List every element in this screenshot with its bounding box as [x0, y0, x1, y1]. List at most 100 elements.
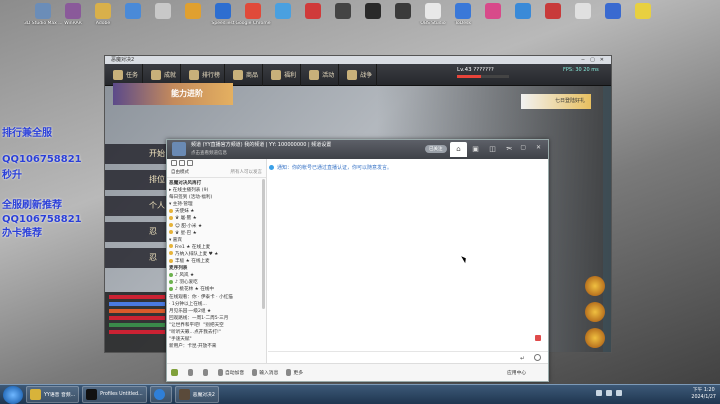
player-level: Lv.43 ??????? [457, 67, 509, 78]
shortcut-icon [515, 3, 531, 19]
channel-tree-item[interactable]: "让世界和平吧！"别把天空 [169, 322, 266, 329]
ability-banner[interactable]: 能力进阶 [113, 83, 233, 105]
reward-icon[interactable] [585, 276, 605, 296]
desktop-shortcut[interactable] [624, 3, 662, 21]
clock-date: 2024/1/27 [691, 395, 716, 400]
clock[interactable]: 下午 1:20 2024/1/27 [691, 387, 716, 401]
channel-tree-panel: 自由模式 所有人可以发言 恶魔对决风再打 ▸ 在线主播列表 (9) 每日签到 (活动… [167, 159, 267, 363]
nav-label: 成就 [164, 72, 177, 79]
menu-ranked[interactable]: 排位 [105, 170, 169, 190]
search-icon[interactable] [179, 160, 185, 166]
system-notice: 通知：你的帐号已通过直播认证，你可以随意发言。 [269, 164, 545, 171]
channel-tree-item[interactable]: · 1分钟以上在线... [169, 301, 266, 308]
network-icon[interactable] [596, 390, 602, 396]
home-icon[interactable]: ⌂ [450, 142, 467, 157]
app-center-button[interactable]: 应用中心 [507, 369, 526, 376]
speak-mode[interactable]: 自由模式 所有人可以发言 [167, 168, 266, 178]
tree-item-label: "手速天赋" [169, 337, 192, 343]
menu-ninja-2[interactable]: 忍 [105, 248, 169, 268]
game-chat-panel[interactable] [105, 292, 169, 352]
menu-start[interactable]: 开始 [105, 144, 169, 164]
chat-header: 频道 (YY直播官方频道) 我的频道 | YY: 100000000 | 频道设… [167, 140, 548, 159]
voice-chat-window[interactable]: 频道 (YY直播官方频道) 我的频道 | YY: 100000000 | 频道设… [166, 139, 549, 382]
nav-welfare[interactable]: 福利 [267, 63, 302, 86]
channel-tree-item[interactable]: 月见乐园·一级2组 ★ [169, 308, 266, 315]
game-icon[interactable]: ◫ [484, 142, 501, 157]
channel-tree-item[interactable]: ♛ 星·巴 ★ [169, 230, 266, 237]
exp-bar-fill [457, 75, 481, 78]
settings-icon[interactable] [187, 160, 193, 166]
user-status-icon [169, 208, 173, 213]
channel-subtitle[interactable]: 点击查看频道信息 [191, 150, 227, 156]
yy-icon [30, 389, 41, 400]
mic-button[interactable] [188, 369, 195, 376]
exp-bar [457, 75, 509, 78]
channel-tree-item[interactable]: ▾ 主持·管理 [169, 201, 266, 208]
channel-tree-item[interactable]: 麦序列表 [169, 265, 266, 272]
start-button-icon[interactable] [3, 385, 23, 404]
input-method-icon[interactable] [616, 390, 622, 396]
screen-icon[interactable]: ▣ [467, 142, 484, 157]
channel-tree-item[interactable]: 丰极 ★ 在线上麦 [169, 258, 266, 265]
send-icon[interactable]: ↵ [520, 355, 525, 362]
user-status-icon [169, 286, 173, 291]
speaker-button[interactable] [203, 369, 210, 376]
more-button[interactable]: 更多 [286, 369, 303, 376]
channel-tree-item[interactable]: ♪ 羽心爱吃 [169, 279, 266, 286]
auto-add-voice-button[interactable]: 自动加音 [218, 369, 244, 376]
tree-item-label: ♛ 屠·鳌 ★ [175, 216, 197, 222]
channel-tree-item[interactable]: 恶魔对决风再打 [169, 180, 266, 187]
channel-tree-item[interactable]: ♛ 屠·鳌 ★ [169, 215, 266, 222]
taskbar-item-app[interactable] [149, 386, 172, 403]
window-controls[interactable]: − ▢ ✕ [505, 144, 545, 151]
taskbar-item-obs[interactable]: Profiles Untitled... [82, 386, 147, 403]
taskbar-item-game[interactable]: 恶魔对决2 [174, 386, 219, 403]
channel-avatar[interactable] [172, 142, 186, 156]
channel-tree-item[interactable]: ♪ 桃花林 ★ 在线中 [169, 286, 266, 293]
taskbar-item-yy[interactable]: YY语音 音频... [26, 386, 80, 403]
desktop-watermark-text: QQ106758821 [2, 154, 82, 165]
channel-tree-item[interactable]: "手速天赋" [169, 336, 266, 343]
follow-button[interactable]: 已关注 [425, 145, 447, 153]
tree-scrollbar[interactable] [262, 179, 265, 309]
channel-tree-item[interactable]: Fre1 ★ 在线上麦 [169, 244, 266, 251]
voice-toggle[interactable] [171, 369, 180, 376]
user-status-icon [169, 258, 173, 263]
channel-tree-item[interactable]: ▸ 在线主播列表 (9) [169, 187, 266, 194]
nav-events[interactable]: 活动 [305, 63, 340, 86]
desktop-watermark-text: 排行兼全服 [2, 128, 52, 139]
emoji-icon[interactable] [534, 354, 541, 361]
menu-ninja[interactable]: 忍 [105, 222, 169, 242]
channel-tree-item[interactable]: 新用户：卡昆·开放不来 [169, 343, 266, 350]
channel-tree: 恶魔对决风再打 ▸ 在线主播列表 (9) 每日签到 (活动·福利) ▾ 主持·管理 天使… [167, 178, 266, 350]
tree-item-label: ♪ 羽心爱吃 [175, 280, 198, 286]
user-status-icon [169, 223, 173, 228]
channel-tree-item[interactable]: 每日签到 (活动·福利) [169, 194, 266, 201]
input-message-button[interactable]: 输入消息 [252, 369, 278, 376]
channel-tree-item[interactable]: "听听天籁…点开我去打!" [169, 329, 266, 336]
nav-label: 战争 [360, 72, 373, 79]
channel-tree-item[interactable]: 乃纳入排队上麦 ♥ ★ [169, 251, 266, 258]
channel-tree-item[interactable]: ♪ 风岚 ★ [169, 272, 266, 279]
menu-personal[interactable]: 个人 [105, 196, 169, 216]
event-banner[interactable]: 七日登陆好礼 [521, 94, 591, 109]
system-tray [596, 390, 622, 396]
sword-icon [347, 69, 358, 80]
treasure-icon[interactable] [585, 302, 605, 322]
nav-label: 福利 [284, 72, 297, 79]
nav-shop[interactable]: 商品 [229, 63, 264, 86]
nav-war[interactable]: 战争 [343, 63, 378, 86]
channel-tree-item[interactable]: 天使妹 ★ [169, 208, 266, 215]
volume-icon[interactable] [606, 390, 612, 396]
shortcut-icon [455, 3, 471, 19]
cart-icon[interactable] [585, 328, 605, 348]
taskbar-label: 恶魔对决2 [192, 393, 215, 398]
list-icon[interactable] [171, 160, 177, 166]
channel-tree-item[interactable]: 回观路线：一周1·二周5·三月 [169, 315, 266, 322]
channel-tree-item[interactable]: ☺ 甜·小米 ★ [169, 223, 266, 230]
channel-tree-item[interactable]: ▾ 嘉宾 [169, 237, 266, 244]
gift-icon[interactable] [535, 335, 541, 341]
window-controls[interactable]: −▢✕ [581, 56, 609, 64]
tree-item-label: 乃纳入排队上麦 ♥ ★ [175, 251, 219, 257]
channel-tree-item[interactable]: 在线观看：你 · 伊泰卡 · 小红猫 [169, 294, 266, 301]
